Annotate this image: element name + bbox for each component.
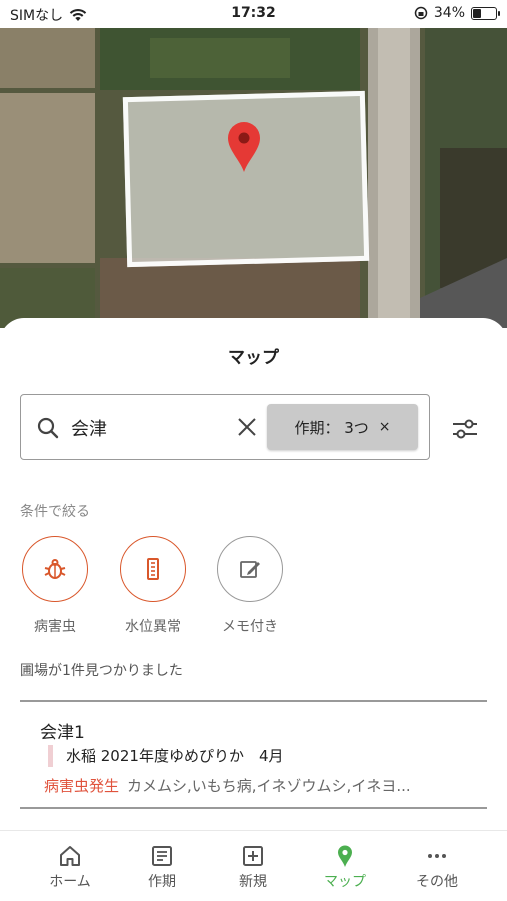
status-right: 34% (414, 5, 500, 21)
bottom-sheet: マップ 作期： 3つ × 条件で絞る (0, 318, 507, 900)
tab-new-label: 新規 (239, 874, 267, 890)
tab-map-label: マップ (324, 874, 366, 890)
tab-bar: ホーム 作期 新規 マップ その他 (0, 830, 507, 901)
filter-pest-label: 病害虫 (34, 619, 76, 635)
tab-more[interactable]: その他 (397, 841, 477, 891)
map-pin-marker[interactable] (226, 120, 262, 174)
tab-map[interactable]: マップ (305, 841, 385, 891)
rotation-lock-icon (414, 6, 428, 20)
field-name: 会津1 (40, 723, 85, 743)
water-level-icon (147, 558, 159, 580)
map-pin-icon (338, 845, 352, 867)
home-icon (60, 846, 80, 866)
filter-memo-button[interactable]: メモ付き (215, 536, 285, 636)
status-bar: SIMなし 17:32 34% (0, 0, 507, 28)
tab-home-label: ホーム (49, 874, 91, 890)
filter-pest-circle (22, 536, 88, 602)
filter-water-button[interactable]: 水位異常 (118, 536, 188, 636)
filter-settings-icon[interactable] (450, 414, 480, 444)
tab-home[interactable]: ホーム (30, 841, 110, 891)
field-crop-info: 水稲 2021年度ゆめぴりか 4月 (66, 747, 284, 765)
more-icon (428, 854, 446, 858)
clear-icon[interactable] (235, 415, 259, 439)
field-pest-info: 病害虫発生 カメムシ,いもち病,イネゾウムシ,イネヨ... (44, 775, 474, 796)
filter-memo-circle (217, 536, 283, 602)
battery-icon (471, 6, 500, 20)
filter-memo-label: メモ付き (222, 619, 278, 635)
tab-season-label: 作期 (148, 874, 176, 890)
search-icon (37, 417, 59, 439)
results-count: 圃場が1件見つかりました (20, 663, 183, 679)
add-box-icon (243, 846, 263, 866)
crop-color-bar (48, 745, 53, 767)
sheet-title: マップ (228, 348, 279, 368)
filter-pest-button[interactable]: 病害虫 (20, 536, 90, 636)
bug-icon (44, 559, 66, 579)
divider (20, 700, 487, 702)
divider (20, 807, 487, 809)
document-icon (152, 846, 172, 866)
edit-icon (240, 561, 260, 578)
tab-more-label: その他 (416, 874, 458, 890)
pest-tag: 病害虫発生 (44, 777, 120, 795)
search-box[interactable]: 作期： 3つ × (20, 394, 430, 460)
satellite-map[interactable] (0, 28, 507, 328)
pest-names: カメムシ,いもち病,イネゾウムシ,イネヨ... (127, 777, 411, 795)
chip-label: 作期： 3つ (294, 418, 369, 437)
filter-section-label: 条件で絞る (20, 504, 90, 520)
season-filter-chip[interactable]: 作期： 3つ × (267, 404, 418, 450)
battery-percent: 34% (433, 5, 465, 21)
tab-season[interactable]: 作期 (122, 841, 202, 891)
field-polygon[interactable] (122, 90, 370, 268)
battery-fill (473, 8, 482, 18)
filter-water-label: 水位異常 (125, 619, 181, 635)
search-input[interactable] (69, 411, 233, 445)
tab-new[interactable]: 新規 (213, 841, 293, 891)
chip-close-icon[interactable]: × (379, 419, 391, 435)
filter-water-circle (120, 536, 186, 602)
